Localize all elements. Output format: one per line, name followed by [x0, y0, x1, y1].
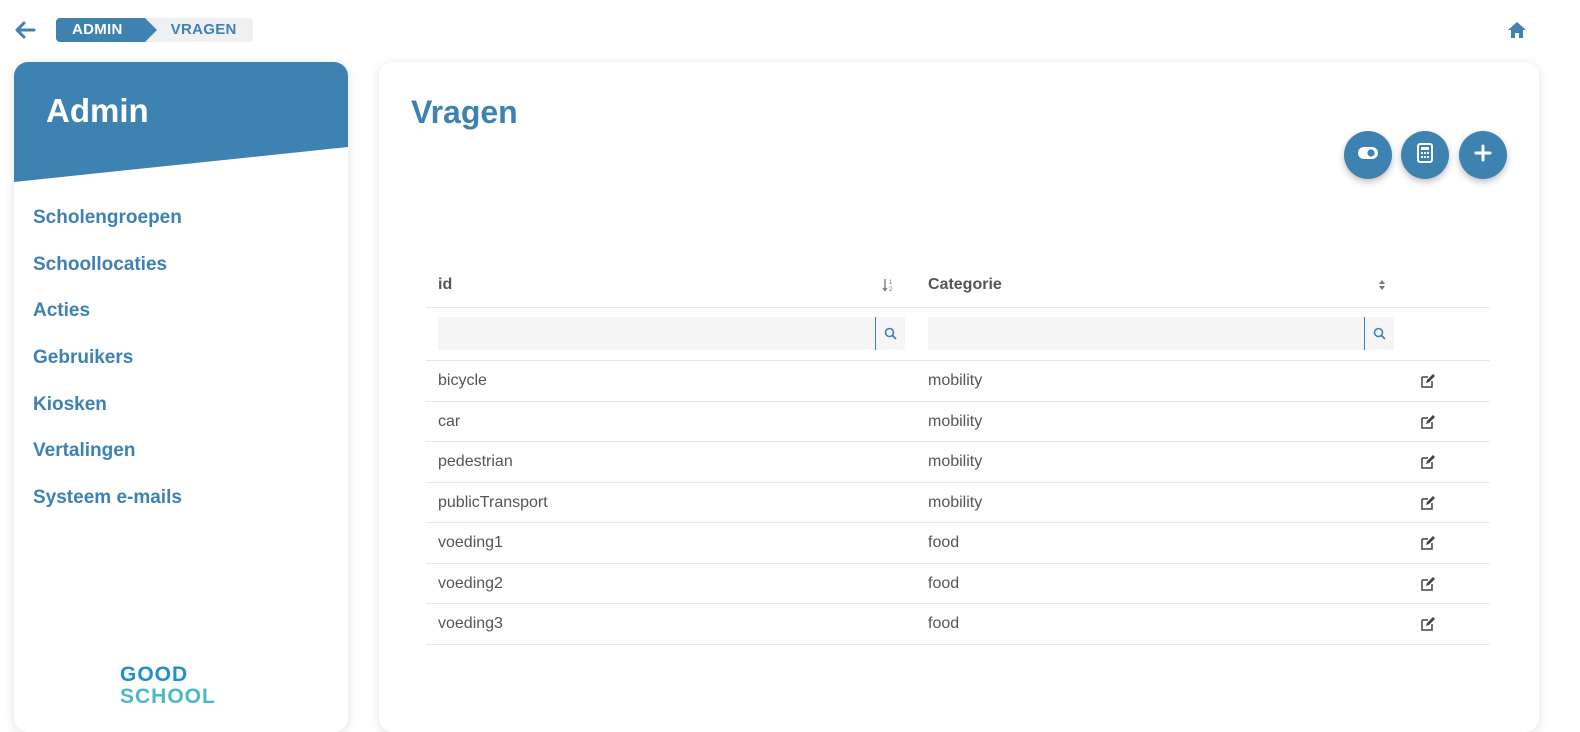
cell-id: voeding3 — [438, 615, 503, 632]
questions-table: id 12 Categorie bicycle mobility car mob… — [426, 262, 1490, 645]
sidebar-item-systeem-emails[interactable]: Systeem e-mails — [33, 482, 182, 529]
add-button[interactable] — [1459, 131, 1507, 179]
cell-id: pedestrian — [438, 453, 513, 470]
cell-id: publicTransport — [438, 493, 548, 511]
cell-id: bicycle — [438, 372, 487, 389]
table-row: bicycle mobility — [426, 361, 1490, 402]
top-bar: ADMIN VRAGEN — [0, 0, 1580, 60]
cell-categorie: food — [928, 574, 960, 592]
sidebar-header: Admin — [14, 62, 348, 184]
plus-icon — [1474, 144, 1492, 167]
main-panel: Vragen id 12 Categorie bicycle mobility … — [379, 62, 1539, 732]
sidebar-item-gebruikers[interactable]: Gebruikers — [33, 342, 182, 389]
cell-categorie: food — [928, 615, 960, 632]
cell-id: voeding1 — [438, 534, 503, 551]
breadcrumb-vragen: VRAGEN — [144, 18, 253, 42]
home-icon[interactable] — [1506, 19, 1528, 41]
cell-categorie: food — [928, 534, 960, 551]
toggle-button[interactable] — [1344, 131, 1392, 179]
page-title: Vragen — [411, 94, 518, 130]
table-row: voeding3 food — [426, 604, 1490, 645]
calculator-icon — [1417, 142, 1433, 168]
cell-categorie: mobility — [928, 412, 983, 430]
cell-categorie: mobility — [928, 453, 983, 470]
cell-categorie: mobility — [928, 493, 983, 511]
svg-text:2: 2 — [889, 287, 893, 292]
svg-text:1: 1 — [889, 280, 893, 286]
id-filter-search-icon[interactable] — [875, 317, 905, 350]
sidebar-item-vertalingen[interactable]: Vertalingen — [33, 435, 182, 482]
sidebar-nav: Scholengroepen Schoollocaties Acties Geb… — [33, 202, 182, 529]
logo-line-school: SCHOOL — [120, 685, 216, 708]
categorie-filter-input[interactable] — [928, 317, 1364, 350]
table-header: id 12 Categorie — [426, 262, 1490, 308]
column-header-id[interactable]: id — [438, 276, 452, 294]
categorie-filter-search-icon[interactable] — [1364, 317, 1394, 350]
table-row: publicTransport mobility — [426, 483, 1490, 523]
cell-id: voeding2 — [438, 574, 503, 592]
sidebar-item-schoollocaties[interactable]: Schoollocaties — [33, 249, 182, 296]
filter-row — [426, 308, 1490, 361]
table-row: pedestrian mobility — [426, 442, 1490, 483]
back-arrow-icon[interactable] — [12, 17, 38, 43]
logo-line-good: GOOD — [120, 663, 189, 686]
sort-ascending-icon[interactable]: 12 — [882, 278, 896, 293]
sidebar-title: Admin — [46, 92, 149, 129]
cell-id: car — [438, 412, 461, 430]
edit-icon[interactable] — [1420, 414, 1436, 430]
id-filter-input[interactable] — [438, 317, 875, 350]
edit-icon[interactable] — [1420, 495, 1436, 511]
table-row: voeding2 food — [426, 564, 1490, 604]
table-row: car mobility — [426, 402, 1490, 442]
cell-categorie: mobility — [928, 372, 983, 389]
table-row: voeding1 food — [426, 523, 1490, 564]
edit-icon[interactable] — [1420, 576, 1436, 592]
calculator-button[interactable] — [1401, 131, 1449, 179]
good-school-logo: GOOD SCHOOL — [120, 664, 216, 708]
edit-icon[interactable] — [1420, 535, 1436, 551]
edit-icon[interactable] — [1420, 373, 1436, 389]
breadcrumb-admin[interactable]: ADMIN — [56, 18, 157, 42]
sidebar-item-kiosken[interactable]: Kiosken — [33, 389, 182, 436]
edit-icon[interactable] — [1420, 454, 1436, 470]
edit-icon[interactable] — [1420, 616, 1436, 632]
sort-icon[interactable] — [1375, 278, 1389, 292]
breadcrumb: ADMIN VRAGEN — [56, 18, 253, 42]
sidebar: Admin Scholengroepen Schoollocaties Acti… — [14, 62, 348, 732]
column-header-categorie[interactable]: Categorie — [928, 276, 1002, 294]
sidebar-item-scholengroepen[interactable]: Scholengroepen — [33, 202, 182, 249]
sidebar-item-acties[interactable]: Acties — [33, 295, 182, 342]
toggle-icon — [1357, 146, 1379, 165]
